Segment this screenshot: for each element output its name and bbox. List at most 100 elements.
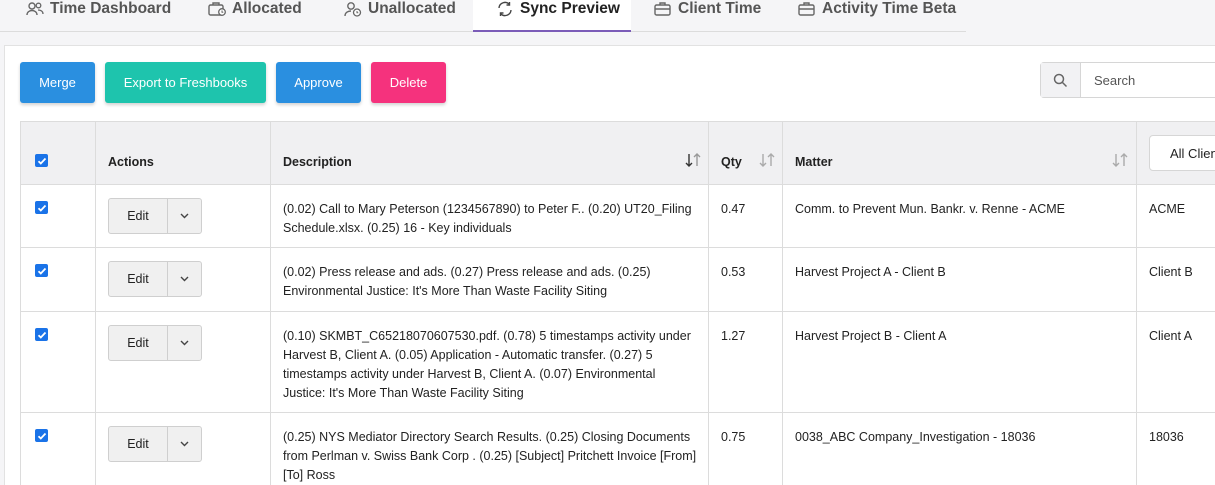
- row-matter: Comm. to Prevent Mun. Bankr. v. Renne - …: [795, 202, 1066, 216]
- row-checkbox[interactable]: [35, 264, 48, 277]
- row-qty: 0.53: [721, 265, 746, 279]
- sync-preview-table: Actions Description Qty Matter All Clien…: [20, 121, 1215, 485]
- sync-icon: [498, 1, 512, 17]
- table-row: Edit (0.25) NYS Mediator Directory Searc…: [20, 413, 1215, 485]
- row-select-cell: [20, 248, 95, 311]
- header-actions-cell: Actions: [95, 122, 270, 184]
- row-matter-cell: Comm. to Prevent Mun. Bankr. v. Renne - …: [782, 185, 1136, 247]
- row-actions-cell: Edit: [95, 248, 270, 311]
- header-matter-cell[interactable]: Matter: [782, 122, 1136, 184]
- edit-button-group: Edit: [108, 261, 202, 297]
- row-matter-cell: Harvest Project B - Client A: [782, 312, 1136, 412]
- row-client-cell: ACME: [1136, 185, 1215, 247]
- tab-sync-preview[interactable]: Sync Preview: [473, 0, 631, 32]
- tab-bar: Time Dashboard Allocated Unallocated Syn…: [0, 0, 966, 32]
- user-clock-icon: [344, 2, 362, 17]
- delete-button[interactable]: Delete: [371, 62, 446, 103]
- row-matter: 0038_ABC Company_Investigation - 18036: [795, 430, 1036, 444]
- tab-unallocated[interactable]: Unallocated: [344, 0, 456, 32]
- table-row: Edit (0.02) Press release and ads. (0.27…: [20, 248, 1215, 312]
- column-header-actions: Actions: [108, 155, 154, 169]
- row-matter: Harvest Project B - Client A: [795, 329, 947, 343]
- row-description: (0.10) SKMBT_C65218070607530.pdf. (0.78)…: [283, 329, 691, 400]
- select-all-checkbox[interactable]: [35, 154, 48, 167]
- row-qty-cell: 0.75: [708, 413, 782, 485]
- edit-button-group: Edit: [108, 325, 202, 361]
- tab-label: Sync Preview: [520, 0, 620, 17]
- row-client: ACME: [1149, 202, 1186, 216]
- sort-icon[interactable]: [684, 152, 702, 168]
- header-qty-cell[interactable]: Qty: [708, 122, 782, 184]
- row-description: (0.02) Press release and ads. (0.27) Pre…: [283, 265, 651, 298]
- merge-button[interactable]: Merge: [20, 62, 95, 103]
- row-actions-cell: Edit: [95, 185, 270, 247]
- edit-button[interactable]: Edit: [109, 326, 168, 360]
- column-header-qty: Qty: [721, 155, 742, 169]
- row-description: (0.25) NYS Mediator Directory Search Res…: [283, 430, 697, 482]
- table-header-row: Actions Description Qty Matter All Clien…: [20, 122, 1215, 185]
- row-description: (0.02) Call to Mary Peterson (1234567890…: [283, 202, 692, 235]
- briefcase-clock-icon: [208, 2, 226, 16]
- row-description-cell: (0.10) SKMBT_C65218070607530.pdf. (0.78)…: [270, 312, 708, 412]
- edit-button-group: Edit: [108, 198, 202, 234]
- row-matter-cell: Harvest Project A - Client B: [782, 248, 1136, 311]
- header-select-cell: [20, 122, 95, 184]
- chevron-down-icon[interactable]: [168, 326, 201, 360]
- export-to-freshbooks-button[interactable]: Export to Freshbooks: [105, 62, 266, 103]
- sort-icon[interactable]: [758, 152, 776, 168]
- row-actions-cell: Edit: [95, 312, 270, 412]
- row-qty-cell: 1.27: [708, 312, 782, 412]
- row-qty-cell: 0.47: [708, 185, 782, 247]
- row-select-cell: [20, 312, 95, 412]
- tab-label: Unallocated: [368, 0, 456, 17]
- chevron-down-icon[interactable]: [168, 199, 201, 233]
- column-header-matter: Matter: [795, 155, 833, 169]
- row-client: 18036: [1149, 430, 1184, 444]
- row-description-cell: (0.25) NYS Mediator Directory Search Res…: [270, 413, 708, 485]
- row-description-cell: (0.02) Call to Mary Peterson (1234567890…: [270, 185, 708, 247]
- tab-allocated[interactable]: Allocated: [208, 0, 302, 32]
- row-qty: 1.27: [721, 329, 746, 343]
- row-client: Client A: [1149, 329, 1193, 343]
- search-icon[interactable]: [1041, 63, 1081, 97]
- row-qty-cell: 0.53: [708, 248, 782, 311]
- edit-button[interactable]: Edit: [109, 262, 168, 296]
- column-header-description: Description: [283, 155, 352, 169]
- row-checkbox[interactable]: [35, 201, 48, 214]
- tab-client-time[interactable]: Client Time: [654, 0, 761, 32]
- chevron-down-icon[interactable]: [168, 427, 201, 461]
- row-matter-cell: 0038_ABC Company_Investigation - 18036: [782, 413, 1136, 485]
- briefcase-icon: [798, 2, 815, 16]
- row-checkbox[interactable]: [35, 429, 48, 442]
- header-description-cell[interactable]: Description: [270, 122, 708, 184]
- tab-label: Client Time: [678, 0, 762, 17]
- search-input[interactable]: [1081, 63, 1215, 97]
- row-qty: 0.75: [721, 430, 746, 444]
- briefcase-icon: [654, 2, 671, 16]
- search-box: [1040, 62, 1215, 98]
- table-row: Edit (0.10) SKMBT_C65218070607530.pdf. (…: [20, 312, 1215, 413]
- tab-label: Activity Time Beta: [822, 0, 957, 17]
- users-icon: [26, 2, 44, 16]
- tab-time-dashboard[interactable]: Time Dashboard: [26, 0, 171, 32]
- chevron-down-icon[interactable]: [168, 262, 201, 296]
- client-filter-select[interactable]: All Clients: [1149, 135, 1215, 171]
- tab-label: Time Dashboard: [50, 0, 172, 17]
- approve-button[interactable]: Approve: [276, 62, 361, 103]
- edit-button-group: Edit: [108, 426, 202, 462]
- row-client-cell: 18036: [1136, 413, 1215, 485]
- row-qty: 0.47: [721, 202, 746, 216]
- row-description-cell: (0.02) Press release and ads. (0.27) Pre…: [270, 248, 708, 311]
- row-actions-cell: Edit: [95, 413, 270, 485]
- tab-label: Allocated: [232, 0, 302, 17]
- row-select-cell: [20, 413, 95, 485]
- row-select-cell: [20, 185, 95, 247]
- edit-button[interactable]: Edit: [109, 199, 168, 233]
- edit-button[interactable]: Edit: [109, 427, 168, 461]
- row-client: Client B: [1149, 265, 1193, 279]
- tab-activity-time-beta[interactable]: Activity Time Beta: [798, 0, 956, 32]
- row-checkbox[interactable]: [35, 328, 48, 341]
- sort-icon[interactable]: [1111, 152, 1129, 168]
- table-row: Edit (0.02) Call to Mary Peterson (12345…: [20, 185, 1215, 248]
- row-client-cell: Client B: [1136, 248, 1215, 311]
